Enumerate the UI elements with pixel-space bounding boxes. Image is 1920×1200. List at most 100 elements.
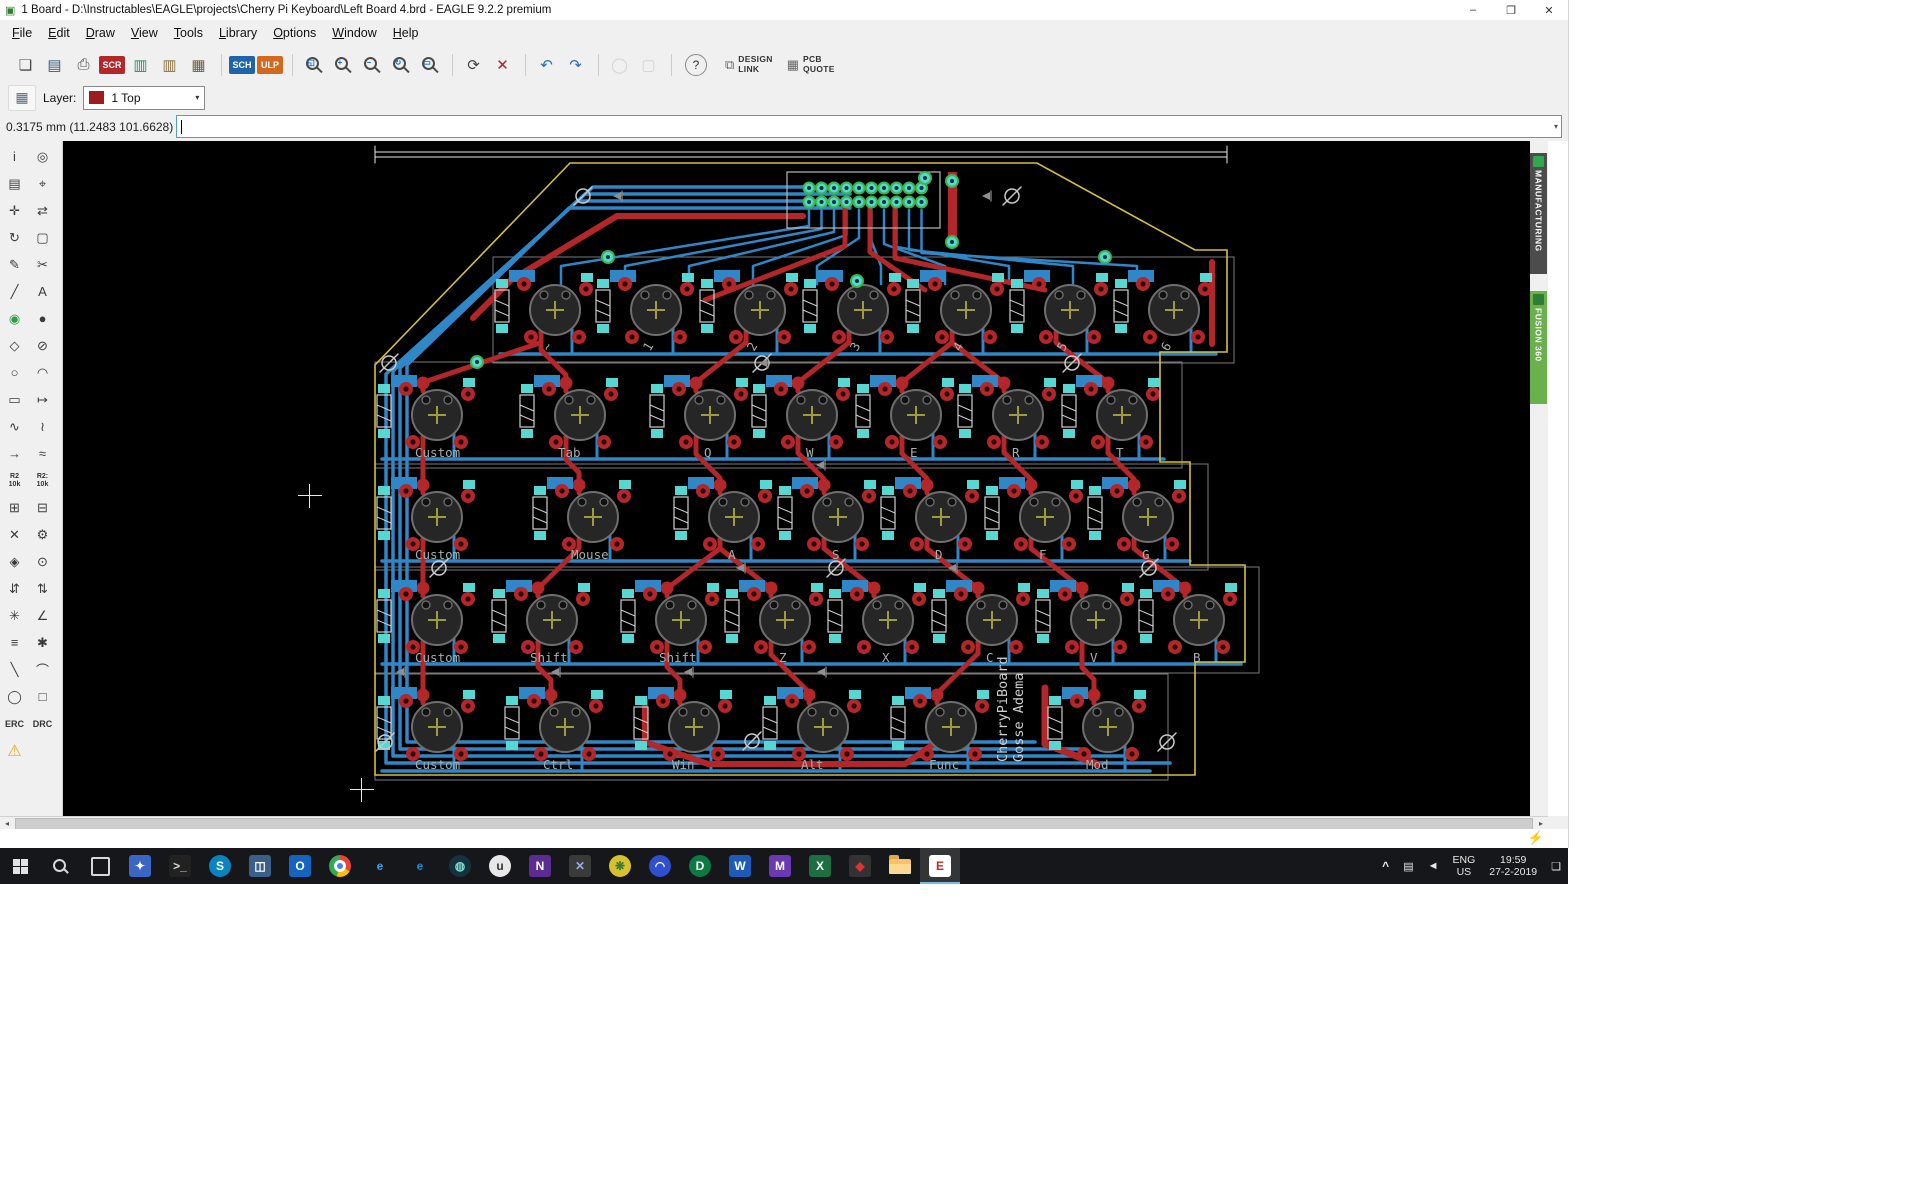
- pinned-app-chrome[interactable]: [320, 848, 360, 884]
- scroll-right-arrow[interactable]: ▸: [1534, 819, 1548, 828]
- design-link-button[interactable]: ⧉DESIGNLINK: [725, 52, 773, 78]
- menu-view[interactable]: View: [123, 23, 166, 43]
- board-canvas[interactable]: ~123456CustomTabQWERTCustomMouseASDFGCus…: [63, 141, 1530, 816]
- zoom-redraw-button[interactable]: ↻: [387, 52, 414, 78]
- copy-tool[interactable]: ⊞: [2, 495, 27, 520]
- pinned-app-9[interactable]: M: [760, 848, 800, 884]
- paste-tool[interactable]: ⊟: [30, 495, 55, 520]
- replace-tool[interactable]: R210k: [2, 468, 27, 493]
- rect2-tool[interactable]: □: [30, 684, 55, 709]
- grid-settings-button[interactable]: ▦: [8, 85, 36, 111]
- task-view-button[interactable]: [80, 848, 120, 884]
- pinswap-tool[interactable]: ⇵: [2, 576, 27, 601]
- volume-icon[interactable]: ◄: [1421, 848, 1446, 884]
- tab-manufacturing[interactable]: MANUFACTURING: [1530, 153, 1547, 274]
- tools-tool[interactable]: ⚙: [30, 522, 55, 547]
- pinned-app-outlook[interactable]: O: [280, 848, 320, 884]
- command-history-caret-icon[interactable]: ▾: [1554, 122, 1558, 131]
- optimize-tool[interactable]: ≡: [2, 630, 27, 655]
- errors-tool[interactable]: ⚠: [2, 738, 27, 763]
- scrollbar-thumb[interactable]: [15, 818, 1533, 830]
- maximize-button[interactable]: ❐: [1492, 0, 1530, 20]
- arc2-tool[interactable]: ⌒: [30, 657, 55, 682]
- pinned-app-1[interactable]: ✦: [120, 848, 160, 884]
- run-ulp-button[interactable]: ULP: [257, 56, 283, 74]
- erc-tool[interactable]: ERC: [2, 711, 27, 736]
- dimension-tool[interactable]: ↦: [30, 387, 55, 412]
- minimize-button[interactable]: –: [1454, 0, 1492, 20]
- open-file-button[interactable]: ❏: [12, 52, 39, 78]
- circle2-tool[interactable]: ◯: [2, 684, 27, 709]
- zoom-select-button[interactable]: ▭: [416, 52, 443, 78]
- circle-tool[interactable]: ○: [2, 360, 27, 385]
- menu-help[interactable]: Help: [385, 23, 427, 43]
- drc-tool[interactable]: DRC: [30, 711, 55, 736]
- arc-tool[interactable]: ◠: [30, 360, 55, 385]
- network-icon[interactable]: ▤: [1396, 848, 1420, 884]
- menu-library[interactable]: Library: [211, 23, 265, 43]
- mark-tool[interactable]: ⌖: [30, 171, 55, 196]
- pad-tool[interactable]: ●: [30, 306, 55, 331]
- meander-tool[interactable]: ≈: [30, 441, 55, 466]
- undo-button[interactable]: ↶: [533, 52, 560, 78]
- menu-window[interactable]: Window: [324, 23, 384, 43]
- cut-tool[interactable]: ✂: [30, 252, 55, 277]
- menu-edit[interactable]: Edit: [40, 23, 78, 43]
- via-tool[interactable]: ◉: [2, 306, 27, 331]
- zoom-out-button[interactable]: −: [358, 52, 385, 78]
- rotate-tool[interactable]: ↻: [2, 225, 27, 250]
- redo-button[interactable]: ↷: [562, 52, 589, 78]
- move-tool[interactable]: ✛: [2, 198, 27, 223]
- menu-options[interactable]: Options: [265, 23, 324, 43]
- signal-tool[interactable]: →: [2, 441, 27, 466]
- display-layers-tool[interactable]: ▤: [2, 171, 27, 196]
- print-button[interactable]: ⎙: [70, 52, 97, 78]
- stop-command-button[interactable]: ✕: [489, 52, 516, 78]
- pcb-quote-button[interactable]: ▦PCBQUOTE: [787, 52, 835, 78]
- sheet-chart-button[interactable]: ▥: [156, 52, 183, 78]
- pinned-app-2[interactable]: ◫: [240, 848, 280, 884]
- ripup-tool[interactable]: ≀: [30, 414, 55, 439]
- pinned-app-4[interactable]: u: [480, 848, 520, 884]
- wire-tool[interactable]: ╱: [2, 279, 27, 304]
- zoom-fit-button[interactable]: ◱: [300, 52, 327, 78]
- polygon-tool[interactable]: ◇: [2, 333, 27, 358]
- tab-fusion-360[interactable]: FUSION 360: [1530, 291, 1547, 404]
- start-button[interactable]: [0, 848, 40, 884]
- hole-tool[interactable]: ⊘: [30, 333, 55, 358]
- text-tool[interactable]: A: [30, 279, 55, 304]
- language-indicator[interactable]: ENG US: [1445, 848, 1482, 884]
- switch-to-schematic-button[interactable]: SCH: [229, 56, 255, 74]
- group-tool[interactable]: ▢: [30, 225, 55, 250]
- redraw-button[interactable]: ⟳: [460, 52, 487, 78]
- name-tool[interactable]: ◈: [2, 549, 27, 574]
- pinned-app-7[interactable]: ◠: [640, 848, 680, 884]
- run-script-button[interactable]: SCR: [99, 56, 125, 74]
- help-button[interactable]: ?: [685, 54, 707, 76]
- eagle-app[interactable]: E: [920, 848, 960, 884]
- pinned-app-excel[interactable]: X: [800, 848, 840, 884]
- info-tool[interactable]: i: [2, 144, 27, 169]
- pinned-app-3[interactable]: ◍: [440, 848, 480, 884]
- action-center-icon[interactable]: ❏: [1544, 848, 1568, 884]
- delete-tool[interactable]: ✕: [2, 522, 27, 547]
- board-preview-button[interactable]: ▦: [185, 52, 212, 78]
- smash-tool[interactable]: ✳: [2, 603, 27, 628]
- search-button[interactable]: [40, 848, 80, 884]
- show-tool[interactable]: ◎: [30, 144, 55, 169]
- pinned-app-6[interactable]: ❋: [600, 848, 640, 884]
- cam-processor-button[interactable]: ▥: [127, 52, 154, 78]
- pinned-app-word[interactable]: W: [720, 848, 760, 884]
- ratsnest-tool[interactable]: ✱: [30, 630, 55, 655]
- pinned-app-terminal[interactable]: >_: [160, 848, 200, 884]
- pinned-app-onenote[interactable]: N: [520, 848, 560, 884]
- pinned-app-5[interactable]: ✕: [560, 848, 600, 884]
- hidden-icons-chevron[interactable]: ^: [1375, 848, 1396, 884]
- pinned-app-8[interactable]: D: [680, 848, 720, 884]
- menu-draw[interactable]: Draw: [78, 23, 123, 43]
- mirror-tool[interactable]: ⇄: [30, 198, 55, 223]
- clock[interactable]: 19:59 27-2-2019: [1482, 848, 1544, 884]
- menu-file[interactable]: File: [4, 23, 40, 43]
- menu-tools[interactable]: Tools: [166, 23, 211, 43]
- line-tool[interactable]: ╲: [2, 657, 27, 682]
